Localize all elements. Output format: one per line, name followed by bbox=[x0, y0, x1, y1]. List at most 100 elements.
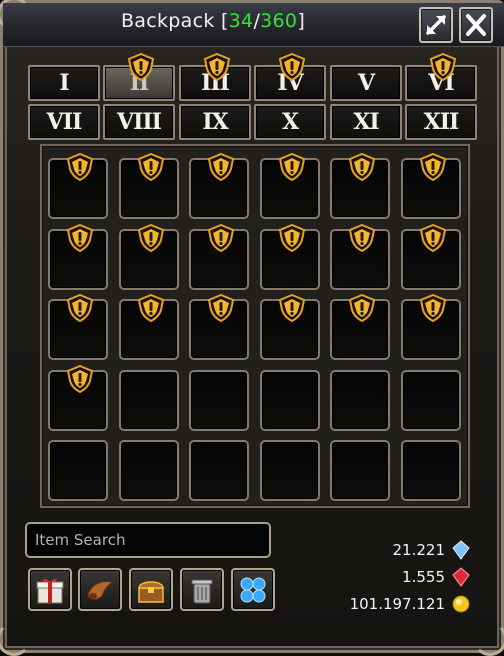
inventory-slot[interactable] bbox=[400, 369, 461, 431]
inventory-slot[interactable] bbox=[48, 294, 108, 360]
inventory-slot[interactable] bbox=[118, 294, 179, 360]
slot-warning-badge bbox=[419, 223, 447, 252]
slot-warning-badge bbox=[137, 153, 165, 181]
gift-box-button[interactable] bbox=[28, 568, 72, 611]
close-icon bbox=[466, 14, 486, 36]
item-search-input[interactable] bbox=[27, 524, 269, 556]
inventory-slot[interactable] bbox=[48, 364, 108, 431]
warning-shield-icon bbox=[66, 294, 94, 322]
inventory-slot[interactable] bbox=[259, 294, 320, 360]
used-slots-count: 34 bbox=[228, 10, 254, 32]
inventory-slot[interactable] bbox=[189, 440, 249, 501]
title-bar[interactable]: Backpack [34/360] bbox=[3, 3, 504, 47]
inventory-slot[interactable] bbox=[259, 440, 320, 501]
treasure-chest-button[interactable] bbox=[129, 568, 173, 611]
treasure-chest-icon bbox=[138, 581, 164, 603]
slot-warning-badge bbox=[278, 223, 306, 252]
inventory-slot[interactable] bbox=[400, 294, 461, 360]
bag-tab-label: XI bbox=[353, 109, 379, 135]
inventory-slot[interactable] bbox=[330, 153, 390, 219]
bag-tab[interactable]: IV bbox=[254, 53, 326, 101]
inventory-slot[interactable] bbox=[400, 440, 461, 501]
slot-warning-badge bbox=[137, 294, 165, 322]
bag-tab[interactable]: IX bbox=[179, 104, 251, 140]
inventory-slot[interactable] bbox=[400, 223, 461, 290]
bag-tab-label: XII bbox=[423, 109, 460, 135]
blue-crystal-currency: 21.221 bbox=[393, 539, 472, 561]
inventory-grid bbox=[40, 144, 470, 508]
inventory-slot[interactable] bbox=[189, 153, 249, 219]
bag-tab[interactable]: III bbox=[179, 53, 251, 101]
slot-warning-badge bbox=[419, 294, 447, 322]
slot-warning-badge bbox=[66, 223, 94, 252]
bag-tab-label: VII bbox=[46, 109, 83, 135]
inventory-slot[interactable] bbox=[189, 223, 249, 290]
bag-tab[interactable]: X bbox=[254, 104, 326, 140]
inventory-slot[interactable] bbox=[48, 440, 108, 501]
bag-tab[interactable]: VI bbox=[405, 53, 477, 101]
bag-tab[interactable]: XII bbox=[405, 104, 477, 140]
warning-shield-icon bbox=[207, 294, 235, 322]
warning-shield-icon bbox=[419, 223, 446, 252]
bag-tab-label: X bbox=[281, 109, 299, 135]
slot-warning-badge bbox=[278, 294, 306, 322]
inventory-slot[interactable] bbox=[259, 369, 320, 431]
slot-warning-badge bbox=[348, 153, 376, 181]
warning-shield-icon bbox=[278, 294, 305, 322]
bag-tab-label: VIII bbox=[117, 109, 162, 135]
tab-warning-badge bbox=[278, 53, 306, 81]
inventory-slot[interactable] bbox=[189, 294, 249, 360]
inventory-slot[interactable] bbox=[118, 153, 179, 219]
warning-shield-icon bbox=[66, 223, 94, 252]
item-search-box[interactable] bbox=[25, 522, 271, 558]
warning-shield-icon bbox=[419, 294, 446, 322]
inventory-slot[interactable] bbox=[400, 153, 461, 219]
inventory-slot[interactable] bbox=[118, 223, 179, 290]
inventory-slot[interactable] bbox=[330, 294, 390, 360]
warning-shield-icon bbox=[137, 223, 164, 252]
bag-tab[interactable]: I bbox=[28, 65, 100, 101]
total-capacity: 360 bbox=[260, 10, 298, 32]
warning-shield-icon bbox=[348, 223, 376, 252]
inventory-slot[interactable] bbox=[330, 369, 390, 431]
blue-orbs-icon bbox=[240, 577, 266, 603]
red-crystal-currency: 1.555 bbox=[402, 566, 471, 588]
warning-shield-icon bbox=[278, 153, 305, 181]
inventory-slot[interactable] bbox=[118, 369, 179, 431]
slot-warning-badge bbox=[278, 153, 306, 181]
window-title: Backpack [34/360] bbox=[3, 10, 423, 32]
trash-can-button[interactable] bbox=[180, 568, 224, 611]
warning-shield-icon bbox=[137, 294, 164, 322]
horn-button[interactable] bbox=[78, 568, 122, 611]
gift-box-icon bbox=[36, 578, 64, 604]
inventory-slot[interactable] bbox=[48, 153, 108, 219]
inventory-slot[interactable] bbox=[330, 223, 390, 290]
currency-value: 21.221 bbox=[392, 541, 446, 559]
title-prefix: Backpack [ bbox=[120, 10, 229, 32]
warning-shield-icon bbox=[66, 364, 94, 393]
warning-shield-icon bbox=[419, 153, 446, 181]
inventory-slot[interactable] bbox=[259, 223, 320, 290]
inventory-slot[interactable] bbox=[189, 369, 249, 431]
inventory-slot[interactable] bbox=[330, 440, 390, 501]
bag-tab-label: I bbox=[59, 70, 69, 96]
gold-coin-currency: 101.197.121 bbox=[350, 593, 471, 615]
bag-tab[interactable]: XI bbox=[330, 104, 402, 140]
close-button[interactable] bbox=[459, 7, 493, 43]
bag-tab[interactable]: II bbox=[103, 53, 175, 101]
inventory-slot[interactable] bbox=[259, 153, 320, 219]
bag-tab[interactable]: VIII bbox=[103, 104, 175, 140]
warning-shield-icon bbox=[203, 53, 231, 81]
slot-warning-badge bbox=[137, 223, 165, 252]
expand-button[interactable] bbox=[419, 7, 453, 43]
blue-orbs-button[interactable] bbox=[231, 568, 275, 611]
bag-tab[interactable]: V bbox=[330, 65, 402, 101]
inventory-slot[interactable] bbox=[118, 440, 179, 501]
warning-shield-icon bbox=[66, 153, 94, 181]
blue-crystal-icon bbox=[452, 540, 470, 560]
bag-tab[interactable]: VII bbox=[28, 104, 100, 140]
slot-warning-badge bbox=[207, 294, 235, 322]
inventory-slot[interactable] bbox=[48, 223, 108, 290]
warning-shield-icon bbox=[348, 294, 376, 322]
slot-warning-badge bbox=[348, 223, 376, 252]
